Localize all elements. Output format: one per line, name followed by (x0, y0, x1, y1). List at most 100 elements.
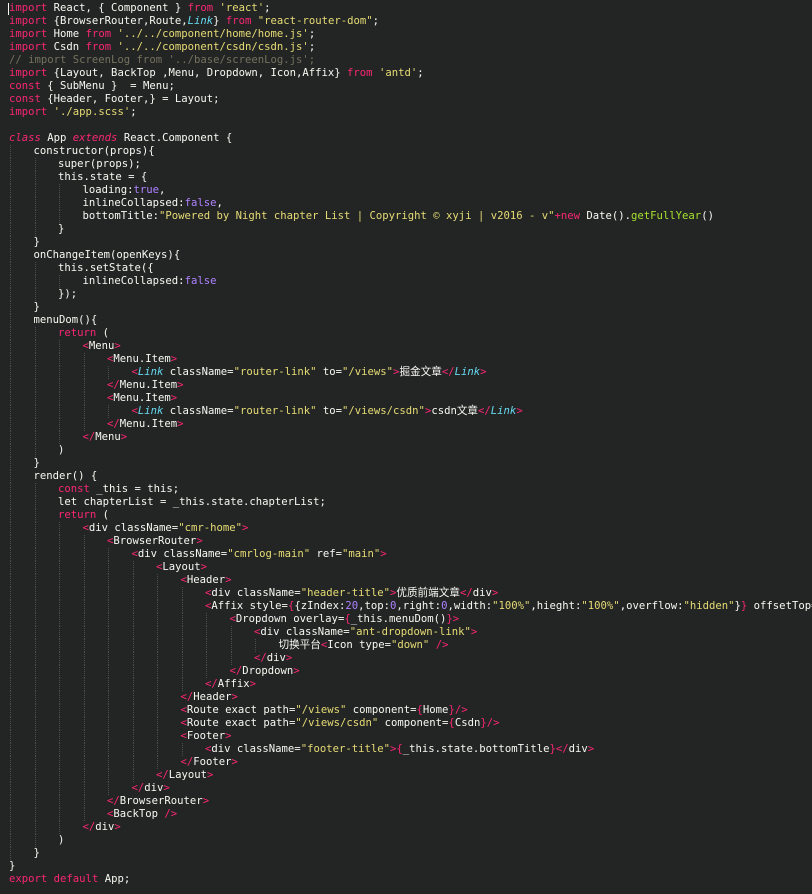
code-line[interactable]: } (0, 847, 812, 860)
code-line[interactable]: <div className="cmr-home"> (0, 522, 812, 535)
code-line[interactable]: <Menu.Item> (0, 353, 812, 366)
code-token: import (9, 15, 48, 27)
code-token: from (187, 2, 214, 14)
code-line[interactable]: import {BrowserRouter,Route,Link} from "… (0, 15, 812, 28)
code-line[interactable]: const {Header, Footer,} = Layout; (0, 93, 812, 106)
code-line[interactable]: </Menu.Item> (0, 418, 812, 431)
indent-guide (83, 353, 85, 366)
indent-guide (34, 821, 36, 834)
code-line[interactable]: ) (0, 444, 812, 457)
code-line[interactable]: </Footer> (0, 756, 812, 769)
code-line[interactable]: } (0, 301, 812, 314)
code-line[interactable]: </Layout> (0, 769, 812, 782)
code-line[interactable]: export default App; (0, 873, 812, 886)
code-line[interactable]: const _this = this; (0, 483, 812, 496)
code-line[interactable]: const { SubMenu } = Menu; (0, 80, 812, 93)
code-token: 掘金文章 (399, 366, 442, 378)
indent-guide (181, 626, 183, 639)
code-line[interactable]: <Route exact path="/views" component={Ho… (0, 704, 812, 717)
code-line[interactable]: super(props); (0, 158, 812, 171)
indent-guide (59, 717, 60, 730)
code-line[interactable]: </Affix> (0, 678, 812, 691)
code-line[interactable]: constructor(props){ (0, 145, 812, 158)
indent-guide (132, 704, 134, 717)
code-line[interactable]: bottomTitle:"Powered by Night chapter Li… (0, 210, 812, 223)
indent-guide (59, 639, 60, 652)
code-token: "cmrlog-main" (227, 548, 311, 560)
code-line[interactable]: // import ScreenLog from '../base/screen… (0, 54, 812, 67)
code-line[interactable]: ) (0, 834, 812, 847)
indent-guide (34, 353, 36, 366)
code-line[interactable]: </div> (0, 782, 812, 795)
code-editor[interactable]: import React, { Component } from 'react'… (0, 0, 812, 894)
code-line[interactable]: <Footer> (0, 730, 812, 743)
code-line[interactable]: </BrowserRouter> (0, 795, 812, 808)
code-line[interactable]: this.setState({ (0, 262, 812, 275)
code-line[interactable]: import './app.scss'; (0, 106, 812, 119)
code-line[interactable]: } (0, 236, 812, 249)
code-line[interactable]: <Affix style={{zIndex:20,top:0,right:0,w… (0, 600, 812, 613)
code-line[interactable]: </Dropdown> (0, 665, 812, 678)
code-line[interactable]: </Menu.Item> (0, 379, 812, 392)
code-line[interactable]: </div> (0, 652, 812, 665)
code-token: </ (254, 652, 267, 664)
indent-guide (157, 626, 158, 639)
code-line[interactable]: </Menu> (0, 431, 812, 444)
code-area[interactable]: import React, { Component } from 'react'… (0, 2, 812, 886)
code-line[interactable]: return ( (0, 327, 812, 340)
indent-guide (59, 405, 60, 418)
code-line[interactable]: loading:true, (0, 184, 812, 197)
code-line[interactable]: <BrowserRouter> (0, 535, 812, 548)
code-token: > (202, 795, 210, 807)
code-line[interactable]: } (0, 860, 812, 873)
code-line[interactable]: this.state = { (0, 171, 812, 184)
code-line[interactable]: <BackTop /> (0, 808, 812, 821)
code-line[interactable]: inlineCollapsed:false (0, 275, 812, 288)
code-line[interactable]: } (0, 223, 812, 236)
code-line[interactable]: 切换平台<Icon type="down" /> (0, 639, 812, 652)
indent-guide (34, 730, 36, 743)
indent-guide (132, 756, 134, 769)
code-line[interactable]: let chapterList = _this.state.chapterLis… (0, 496, 812, 509)
code-line[interactable]: import Home from '../../component/home/h… (0, 28, 812, 41)
code-line[interactable]: onChangeItem(openKeys){ (0, 249, 812, 262)
code-line[interactable]: <Route exact path="/views/csdn" componen… (0, 717, 812, 730)
indent-guide (59, 600, 60, 613)
code-line[interactable]: <div className="header-title">优质前端文章</di… (0, 587, 812, 600)
code-line[interactable]: <Link className="router-link" to="/views… (0, 405, 812, 418)
code-line[interactable]: <Header> (0, 574, 812, 587)
code-line[interactable]: import Csdn from '../../component/csdn/c… (0, 41, 812, 54)
indent-guide (59, 587, 60, 600)
indent-guide (59, 756, 60, 769)
code-line[interactable]: <div className="cmrlog-main" ref="main"> (0, 548, 812, 561)
code-line[interactable]: <Layout> (0, 561, 812, 574)
code-line[interactable]: class App extends React.Component { (0, 132, 812, 145)
code-line[interactable]: <Menu.Item> (0, 392, 812, 405)
code-line[interactable]: <Link className="router-link" to="/views… (0, 366, 812, 379)
code-line[interactable]: </Header> (0, 691, 812, 704)
code-line[interactable]: import React, { Component } from 'react'… (0, 2, 812, 15)
code-token: false (184, 275, 217, 287)
code-line[interactable]: return ( (0, 509, 812, 522)
indent-guide (10, 418, 11, 431)
indent-guide (83, 678, 85, 691)
code-line[interactable]: render() { (0, 470, 812, 483)
indent-guide (83, 600, 85, 613)
code-line[interactable]: <div className="footer-title">{_this.sta… (0, 743, 812, 756)
indent-guide (59, 431, 60, 444)
code-line[interactable]: } (0, 457, 812, 470)
code-line[interactable]: }); (0, 288, 812, 301)
indent-guide (34, 769, 36, 782)
code-line[interactable]: <Dropdown overlay={_this.menuDom()}> (0, 613, 812, 626)
code-line[interactable]: inlineCollapsed:false, (0, 197, 812, 210)
code-line[interactable]: menuDom(){ (0, 314, 812, 327)
code-line[interactable]: <div className="ant-dropdown-link"> (0, 626, 812, 639)
code-line[interactable]: </div> (0, 821, 812, 834)
code-token: false (184, 197, 217, 209)
code-token: "cmr-home" (178, 522, 242, 534)
indent-guide (108, 782, 109, 795)
code-line[interactable]: <Menu> (0, 340, 812, 353)
code-token: Dropdown (242, 665, 294, 677)
code-line[interactable] (0, 119, 812, 132)
code-line[interactable]: import {Layout, BackTop ,Menu, Dropdown,… (0, 67, 812, 80)
